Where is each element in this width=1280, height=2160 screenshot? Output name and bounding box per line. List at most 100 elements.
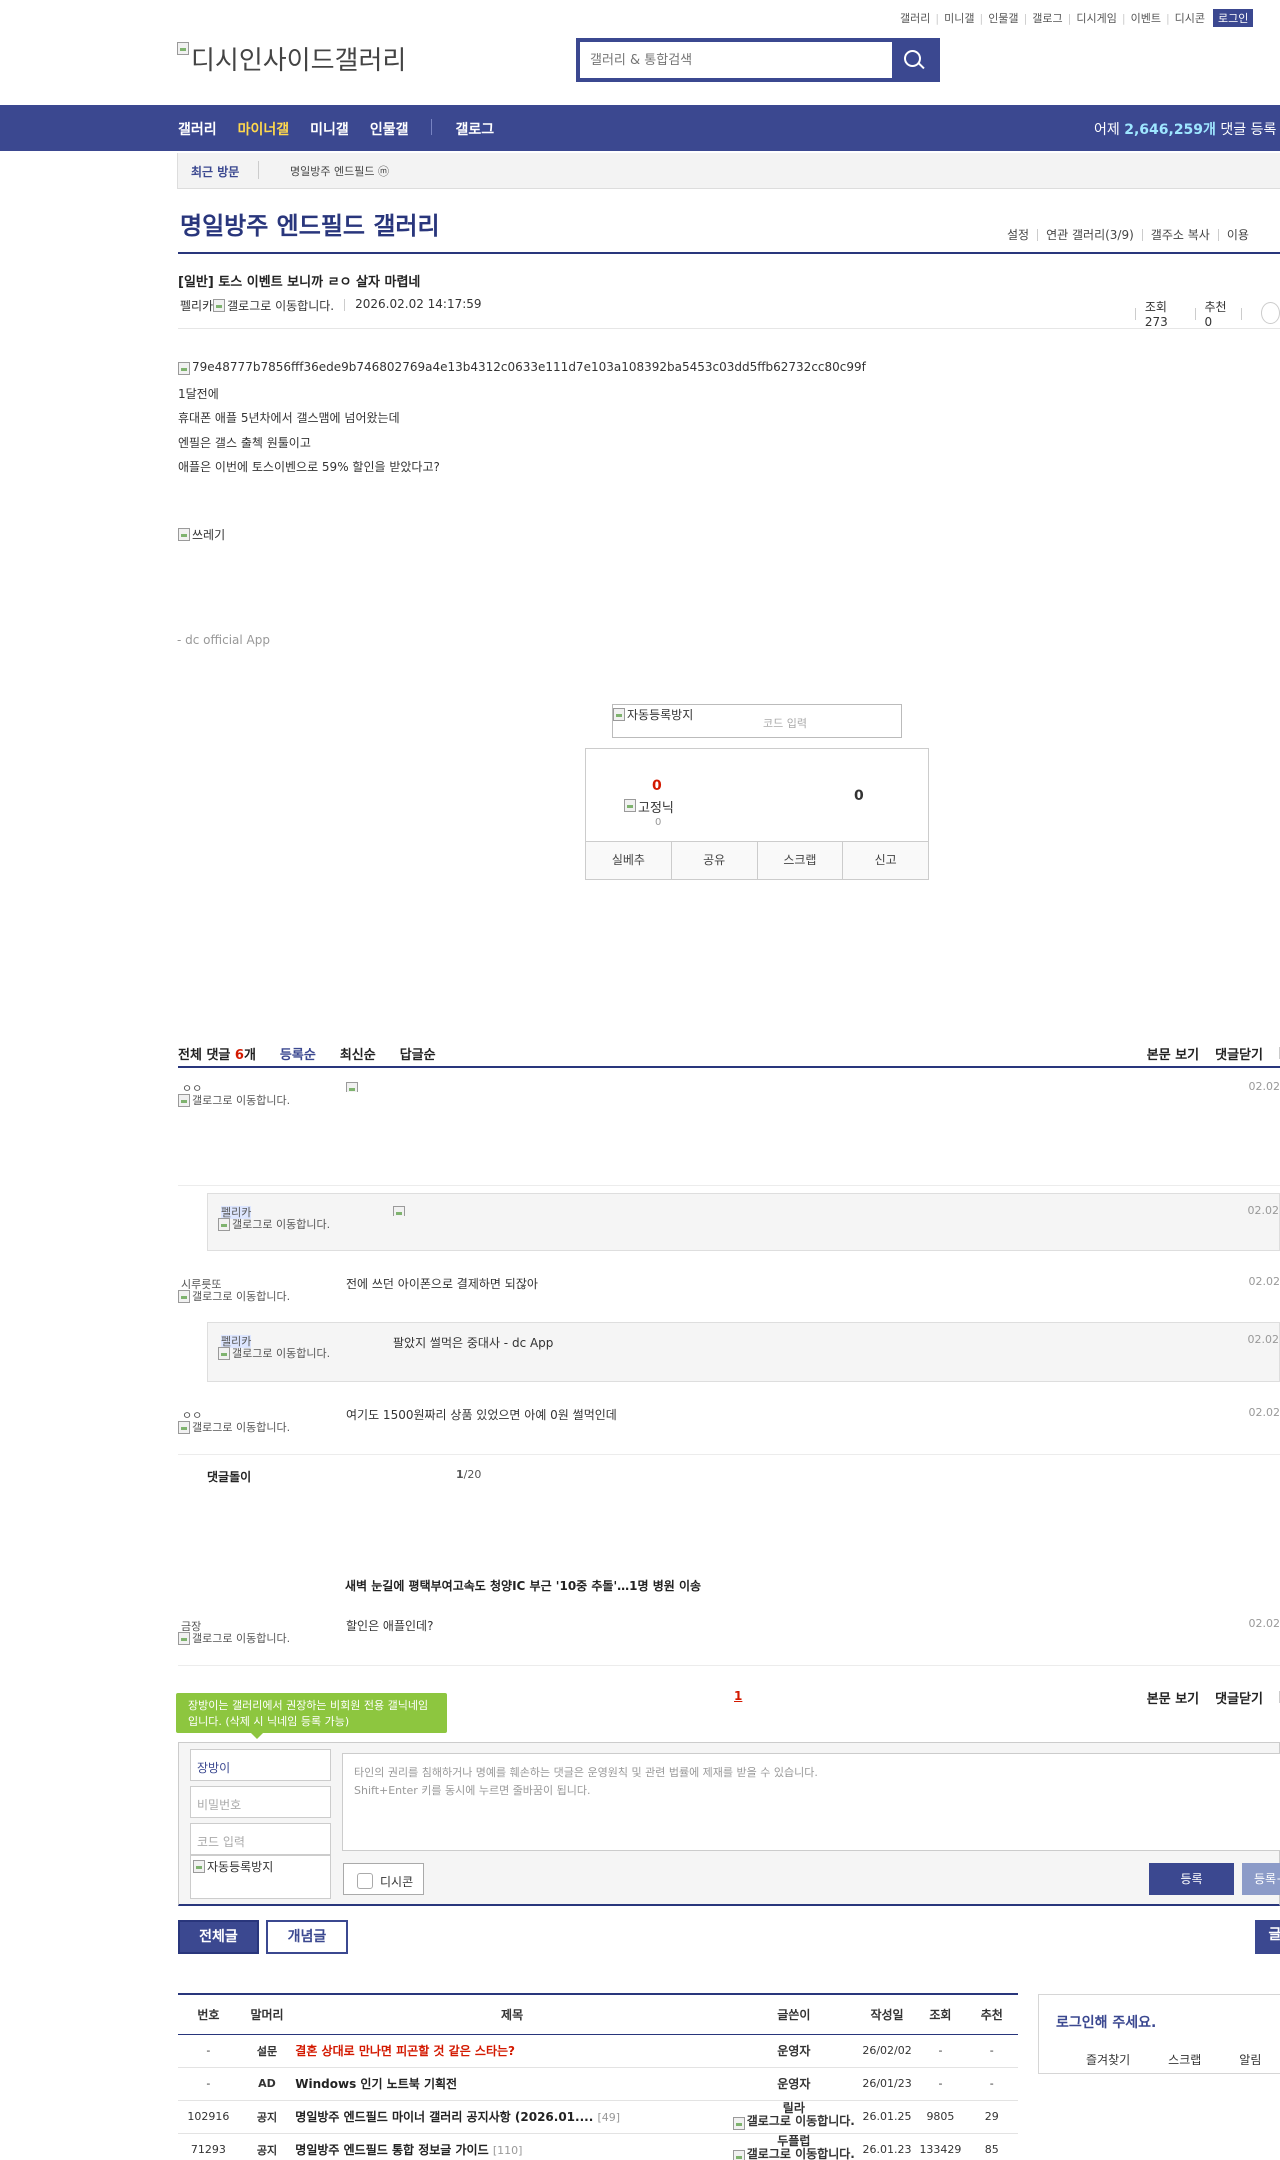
col-number: 번호 xyxy=(178,1993,239,2035)
row-head: 공지 xyxy=(238,2133,296,2160)
submit-comment-button[interactable]: 등록 xyxy=(1149,1863,1234,1895)
gnb-gallog[interactable]: 갤로그 xyxy=(455,119,494,139)
dccon-button[interactable]: 디시콘 xyxy=(343,1863,424,1895)
related-gallery-link[interactable]: 연관 갤러리(3/9) xyxy=(1046,226,1134,243)
broken-image-icon xyxy=(177,42,189,55)
comment-gallog-icon[interactable]: 갤로그로 이동합니다. xyxy=(178,1288,290,1304)
search-input[interactable] xyxy=(580,42,880,78)
post-author[interactable]: 펠리카 xyxy=(180,297,213,314)
col-date: 작성일 xyxy=(858,1993,916,2035)
comment-total: 전체 댓글 6개 xyxy=(178,1047,256,1063)
search-icon[interactable] xyxy=(892,42,936,78)
util-link-gallog[interactable]: 갤로그 xyxy=(1032,10,1062,26)
table-row[interactable]: - 설문 결혼 상대로 만나면 피곤할 것 같은 스타는? 운영자 26/02/… xyxy=(178,2034,1018,2068)
comment-gallog-icon[interactable]: 갤로그로 이동합니다. xyxy=(178,1419,290,1435)
login-button[interactable]: 로그인 xyxy=(1213,9,1254,27)
login-prompt[interactable]: 로그인해 주세요. xyxy=(1056,2012,1156,2032)
recent-visit-label[interactable]: 최근 방문 xyxy=(191,163,239,180)
table-row[interactable]: 102916 공지 명일방주 엔드필드 마이너 갤러리 공지사항 (2026.0… xyxy=(178,2100,1018,2134)
row-views: 133429 xyxy=(915,2133,966,2160)
sort-replies[interactable]: 답글순 xyxy=(400,1044,436,1063)
row-head: AD xyxy=(238,2067,296,2101)
scrap-button[interactable]: 스크랩 xyxy=(758,842,844,879)
notification-link[interactable]: 알림 xyxy=(1239,2051,1261,2068)
gnb-minor-gallery[interactable]: 마이너갤 xyxy=(238,119,290,139)
comment-write-box: 장방이 비밀번호 코드 입력 자동등록방지 타인의 권리를 침해하거나 명예를 … xyxy=(178,1742,1280,1906)
close-comments-button-bottom[interactable]: 댓글닫기 xyxy=(1215,1688,1263,1707)
util-link-persongall[interactable]: 인물갤 xyxy=(988,10,1018,26)
captcha-code-input[interactable]: 코드 입력 xyxy=(763,715,807,731)
report-button[interactable]: 신고 xyxy=(843,842,928,879)
view-post-button[interactable]: 본문 보기 xyxy=(1147,1044,1199,1063)
gallery-usage-link[interactable]: 이용 xyxy=(1227,226,1249,243)
util-link-dccon[interactable]: 디시콘 xyxy=(1175,10,1205,26)
row-title[interactable]: Windows 인기 노트북 기획전 xyxy=(295,2067,729,2101)
comment-gallog-icon[interactable]: 갤로그로 이동합니다. xyxy=(178,1092,308,1108)
post-views: 조회 273 xyxy=(1144,300,1168,329)
close-comments-button[interactable]: 댓글닫기 xyxy=(1215,1044,1263,1063)
all-posts-button[interactable]: 전체글 xyxy=(178,1920,259,1954)
gnb-person-gallery[interactable]: 인물갤 xyxy=(370,119,409,139)
sort-latest[interactable]: 최신순 xyxy=(340,1044,376,1063)
author-gallog-icon[interactable]: 갤로그로 이동합니다. xyxy=(213,297,334,314)
gallery-title[interactable]: 명일방주 엔드필드 갤러리 xyxy=(180,206,440,241)
site-logo[interactable]: 디시인사이드갤러리 xyxy=(177,40,406,77)
comment-date: 02.02 xyxy=(1248,1275,1280,1288)
comment-gallog-icon[interactable]: 갤로그로 이동합니다. xyxy=(178,1630,290,1646)
nickname-field[interactable]: 장방이 xyxy=(190,1749,331,1781)
title-divider xyxy=(178,252,1280,254)
post-list-table: 번호 말머리 제목 글쓴이 작성일 조회 추천 - 설문 결혼 상대로 만나면 … xyxy=(178,1993,1018,2160)
util-link-gallery[interactable]: 갤러리 xyxy=(900,10,930,26)
post-image[interactable]: 79e48777b7856fff36ede9b746802769a4e13b43… xyxy=(178,360,866,375)
row-recommend: 85 xyxy=(965,2133,1018,2160)
copy-gallery-url-link[interactable]: 갤주소 복사 xyxy=(1151,226,1210,243)
comment-row: 금장 갤로그로 이동합니다. 할인은 애플인데? 02.02 xyxy=(178,1600,1280,1666)
comment-text: 여기도 1500원짜리 상품 있었으면 아예 0원 썰먹인데 xyxy=(346,1408,617,1422)
row-date: 26.01.25 xyxy=(858,2100,916,2134)
view-post-button-bottom[interactable]: 본문 보기 xyxy=(1147,1688,1199,1707)
row-title[interactable]: 명일방주 엔드필드 마이너 갤러리 공지사항 (2026.01.... [49] xyxy=(295,2100,729,2134)
dccon-image xyxy=(393,1204,453,1216)
comment-bot-news[interactable]: 새벽 눈길에 평택부여고속도 청양IC 부근 '10중 추돌'…1명 병원 이송 xyxy=(345,1577,701,1594)
reply-gallog-icon[interactable]: 갤로그로 이동합니다. xyxy=(218,1216,330,1232)
comment-bot-pager[interactable]: 1/20 xyxy=(456,1468,481,1481)
captcha-image: 자동등록방지 xyxy=(613,706,693,723)
util-link-dcgame[interactable]: 디시게임 xyxy=(1076,10,1116,26)
write-post-button[interactable]: 글 xyxy=(1255,1920,1280,1954)
comment-row: ㅇㅇ 갤로그로 이동합니다. 여기도 1500원짜리 상품 있었으면 아예 0원… xyxy=(178,1393,1280,1455)
good-posts-button[interactable]: 개념글 xyxy=(266,1920,348,1954)
row-views: 9805 xyxy=(915,2100,966,2134)
comment-text: 전에 쓰던 아이폰으로 결제하면 되잖아 xyxy=(346,1277,538,1291)
row-title[interactable]: 명일방주 엔드필드 통합 정보글 가이드 [110] xyxy=(295,2133,729,2160)
gnb-mini-gallery[interactable]: 미니갤 xyxy=(310,119,349,139)
table-row[interactable]: - AD Windows 인기 노트북 기획전 운영자 26/01/23 - - xyxy=(178,2067,1018,2101)
row-writer[interactable]: 운영자 xyxy=(728,2067,859,2101)
more-options-icon[interactable] xyxy=(1261,301,1280,324)
favorites-link[interactable]: 즐겨찾기 xyxy=(1086,2051,1130,2068)
util-link-minigall[interactable]: 미니갤 xyxy=(944,10,974,26)
upvote-count[interactable]: 0 xyxy=(652,778,662,794)
row-title[interactable]: 결혼 상대로 만나면 피곤할 것 같은 스타는? xyxy=(295,2034,729,2068)
post-date: 2026.02.02 14:17:59 xyxy=(355,297,482,311)
gallery-settings-link[interactable]: 설정 xyxy=(1007,226,1029,243)
row-writer[interactable]: 운영자 xyxy=(728,2034,859,2068)
scrap-link[interactable]: 스크랩 xyxy=(1168,2051,1201,2068)
reply-gallog-icon[interactable]: 갤로그로 이동합니다. xyxy=(218,1345,330,1361)
comment-textarea[interactable]: 타인의 권리를 침해하거나 명예를 훼손하는 댓글은 운영원칙 및 관련 법률에… xyxy=(342,1753,1280,1851)
sort-registered[interactable]: 등록순 xyxy=(280,1044,316,1063)
submit-recommend-button[interactable]: 등록+ xyxy=(1242,1863,1280,1895)
table-row[interactable]: 71293 공지 명일방주 엔드필드 통합 정보글 가이드 [110] 두플럽 … xyxy=(178,2133,1018,2160)
post-stats: 조회 273 추천 0 xyxy=(1126,298,1280,329)
silbe-recommend-button[interactable]: 실베추 xyxy=(586,842,672,879)
recent-visit-gallery[interactable]: 명일방주 엔드필드 ⓜ xyxy=(290,163,389,179)
gnb-gallery[interactable]: 갤러리 xyxy=(178,119,217,139)
password-field[interactable]: 비밀번호 xyxy=(190,1786,331,1818)
post-header-divider xyxy=(178,328,1280,329)
util-link-event[interactable]: 이벤트 xyxy=(1131,10,1161,26)
share-button[interactable]: 공유 xyxy=(672,842,758,879)
code-input-field[interactable]: 코드 입력 xyxy=(190,1823,331,1855)
downvote-count[interactable]: 0 xyxy=(854,788,864,804)
row-writer[interactable]: 두플럽 갤로그로 이동합니다. xyxy=(728,2133,859,2160)
post-image-2[interactable]: 쓰레기 xyxy=(178,526,225,543)
row-writer[interactable]: 릴라 갤로그로 이동합니다. xyxy=(728,2100,859,2134)
